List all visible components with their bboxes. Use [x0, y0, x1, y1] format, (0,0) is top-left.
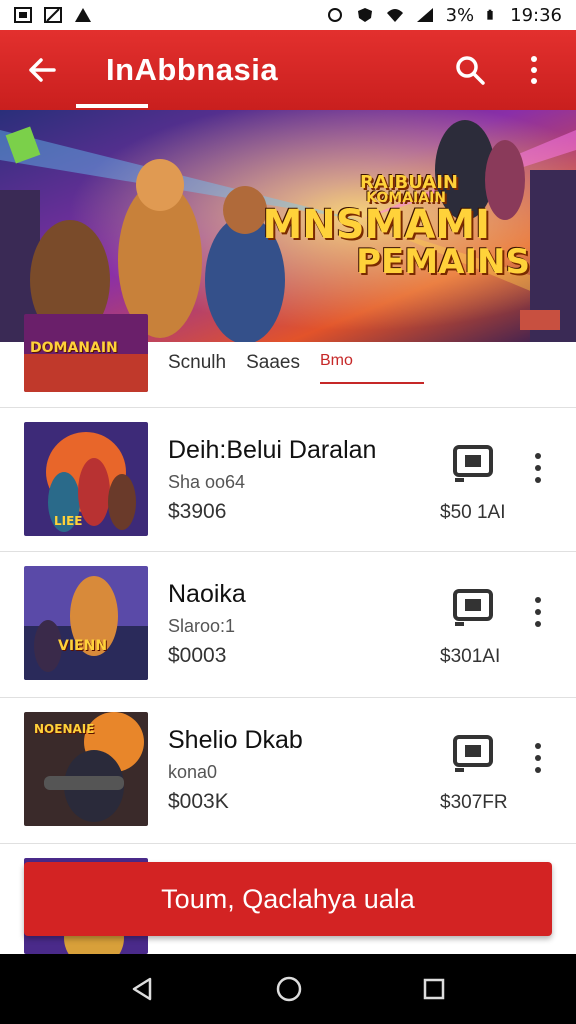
battery-percent: 3% [445, 4, 475, 26]
alert-icon [75, 8, 91, 22]
status-bar: 3% 19:36 [0, 0, 576, 30]
tab-sales[interactable]: Saaes [246, 352, 300, 384]
list-item[interactable]: VIENN Naoika Slaroo:1 $0003 $301AI [0, 552, 576, 698]
item-thumbnail: LIEE [24, 422, 148, 536]
nfc-icon [327, 8, 342, 22]
item-secondary-price: $50 1AI [440, 502, 506, 523]
image-notification-icon [14, 7, 32, 23]
item-thumbnail: VIENN [24, 566, 148, 680]
shield-icon [357, 8, 372, 22]
filter-thumbnail-label: DOMANAIN [30, 340, 118, 356]
item-thumbnail-label: NOENAIE [34, 722, 95, 736]
back-button[interactable] [20, 48, 64, 92]
cast-icon[interactable] [452, 588, 496, 628]
more-vert-icon[interactable] [524, 594, 552, 630]
signal-icon [416, 8, 433, 22]
item-subtitle: Slaroo:1 [168, 616, 236, 636]
item-thumbnail-label: VIENN [58, 638, 108, 654]
item-price: $3906 [168, 500, 227, 523]
list-item[interactable]: LIEE Deih:Belui Daralan Sha oo64 $3906 $… [0, 408, 576, 552]
item-price: $0003 [168, 644, 227, 667]
no-image-icon [44, 7, 62, 23]
battery-icon [487, 9, 493, 20]
more-vert-icon [531, 56, 537, 84]
list-item[interactable]: NOENAIE Shelio Dkab kona0 $003K $307FR [0, 698, 576, 844]
nav-recents-icon[interactable] [422, 977, 446, 1001]
app-bar: InAbbnasia [0, 30, 576, 110]
filter-tabs: Scnulh Saaes Bmo [168, 352, 424, 384]
item-secondary-price: $307FR [440, 792, 508, 813]
arrow-back-icon [29, 58, 56, 82]
item-price: $003K [168, 790, 229, 813]
nav-home-icon[interactable] [275, 975, 303, 1003]
primary-action-button[interactable]: Toum, Qaclahya uala [24, 862, 552, 936]
banner-title-second: PEMAINS [356, 242, 530, 282]
hero-banner[interactable]: RAIBUAIN KOMAIAIN MNSMAMI PEMAINS [0, 110, 576, 342]
tab-search[interactable]: Scnulh [168, 352, 226, 384]
wifi-icon [386, 9, 403, 22]
system-nav-bar [0, 954, 576, 1024]
item-title: Naoika [168, 580, 246, 608]
search-button[interactable] [448, 48, 492, 92]
search-icon [456, 56, 485, 85]
cast-icon[interactable] [452, 734, 496, 774]
more-vert-icon[interactable] [524, 450, 552, 486]
cast-icon[interactable] [452, 444, 496, 484]
filter-thumbnail[interactable]: DOMANAIN [24, 314, 148, 392]
title-tab-indicator [76, 104, 148, 108]
item-thumbnail-label: LIEE [54, 514, 83, 528]
item-subtitle: kona0 [168, 762, 218, 782]
item-title: Shelio Dkab [168, 726, 303, 754]
nav-back-icon[interactable] [130, 976, 156, 1002]
page-title: InAbbnasia [106, 52, 279, 87]
item-subtitle: Sha oo64 [168, 472, 246, 492]
filter-row: DOMANAIN Scnulh Saaes Bmo [0, 314, 576, 408]
tab-selected[interactable]: Bmo [319, 352, 424, 384]
overflow-menu-button[interactable] [512, 48, 556, 92]
item-thumbnail: NOENAIE [24, 712, 148, 826]
more-vert-icon[interactable] [524, 740, 552, 776]
item-secondary-price: $301AI [440, 646, 501, 667]
clock: 19:36 [510, 4, 562, 26]
item-title: Deih:Belui Daralan [168, 436, 377, 464]
